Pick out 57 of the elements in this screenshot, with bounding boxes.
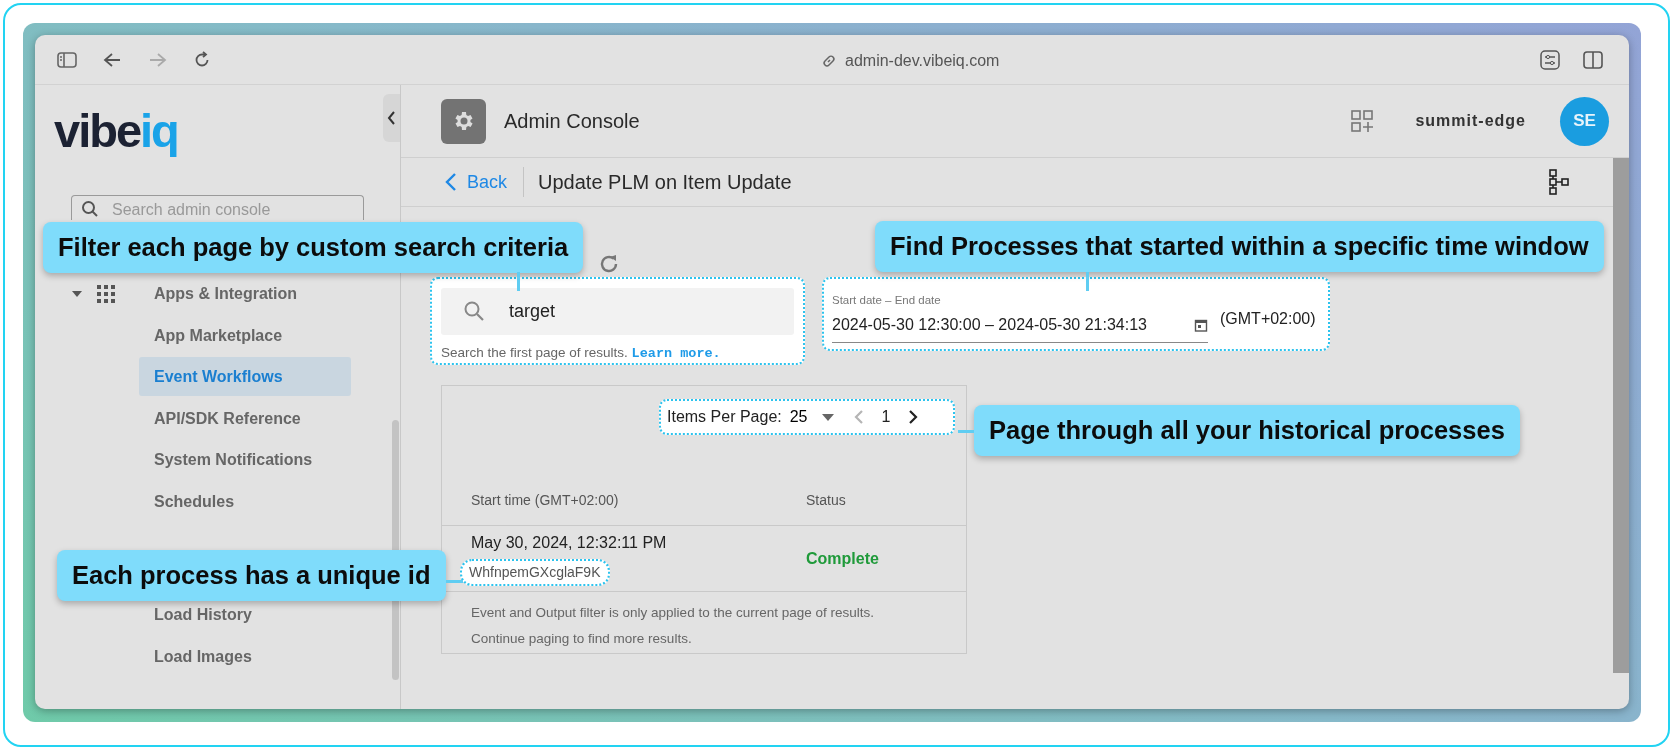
settings-icon [441, 98, 486, 144]
callout: Page through all your historical processes [974, 405, 1520, 456]
extensions-icon[interactable] [1540, 49, 1560, 70]
page-size-select[interactable]: 25 [789, 405, 834, 429]
link-icon [821, 53, 837, 69]
sidebar-item[interactable]: Apps & Integration [139, 284, 313, 304]
table-cell-text: May 30, 2024, 12:32:11 PM [471, 533, 668, 553]
status-text: Complete [806, 548, 880, 569]
sidebar-item[interactable]: App Marketplace [139, 325, 298, 345]
reload-icon[interactable] [193, 50, 211, 69]
column-header: Start time (GMT+02:00) [470, 490, 620, 510]
add-widget-icon[interactable] [1351, 110, 1374, 132]
back-arrow-icon[interactable] [103, 51, 121, 68]
sidebar-toggle-icon[interactable] [57, 51, 77, 68]
workspace-name[interactable]: summit-edge [1415, 109, 1526, 133]
id-chip: WhfnpemGXcglaF9K [460, 559, 610, 586]
note-text: Event and Output filter is only applied to the current page of results. [471, 604, 874, 622]
chevron-icon [387, 111, 396, 125]
collapse-button[interactable] [383, 94, 400, 142]
sidebar-item[interactable]: System Notifications [139, 450, 328, 470]
address-bar-url[interactable]: admin-dev.vibeiq.com [845, 49, 1000, 73]
tree-diagram-icon[interactable] [1549, 169, 1569, 195]
chevron-icon [445, 172, 457, 192]
search-field[interactable]: target [441, 288, 794, 335]
sidebar-item[interactable]: Load History [139, 605, 267, 625]
callout: Find Processes that started within a specific time window [875, 221, 1604, 272]
chevron-icon [853, 409, 864, 425]
page-number: 1 [880, 407, 892, 427]
sidebar-item[interactable]: Event Workflows [139, 357, 351, 397]
scrollbar[interactable] [1613, 158, 1629, 673]
caret-icon [821, 413, 834, 421]
sidebar-item[interactable]: API/SDK Reference [139, 408, 316, 428]
sidebar-item[interactable]: Load Images [139, 646, 267, 666]
note-text: Continue paging to find more results. [471, 630, 693, 648]
callout: Filter each page by custom search criteria [43, 222, 584, 273]
split-view-icon[interactable] [1583, 50, 1603, 69]
date-range-field[interactable]: Start date – End date 2024-05-30 12:30:00 – 2024-05-30 21:34:13 [832, 291, 1208, 343]
grid-icon [97, 284, 115, 303]
items-per-page-label: Items Per Page: [667, 407, 782, 427]
search-icon [463, 300, 485, 322]
callout: Each process has a unique id [57, 550, 446, 601]
search-icon [81, 200, 99, 218]
helper-text: Search the first page of results. Learn more. [441, 344, 722, 363]
page-title: Admin Console [504, 109, 640, 134]
timezone-label: (GMT+02:00) [1220, 309, 1316, 329]
column-header: Status [806, 490, 847, 510]
search-field[interactable]: Search admin console [71, 195, 364, 220]
back-link[interactable]: Back [445, 168, 508, 196]
leader-line [517, 272, 520, 291]
sidebar-item[interactable]: Schedules [139, 491, 250, 511]
user-avatar[interactable]: SE [1560, 96, 1609, 146]
refresh-icon[interactable] [598, 253, 620, 275]
workflow-title: Update PLM on Item Update [538, 170, 792, 195]
leader-line [1086, 272, 1089, 291]
learn-more-link[interactable]: Learn more. [631, 346, 721, 361]
chevron-icon [908, 409, 919, 425]
calendar-icon[interactable] [1194, 318, 1208, 332]
